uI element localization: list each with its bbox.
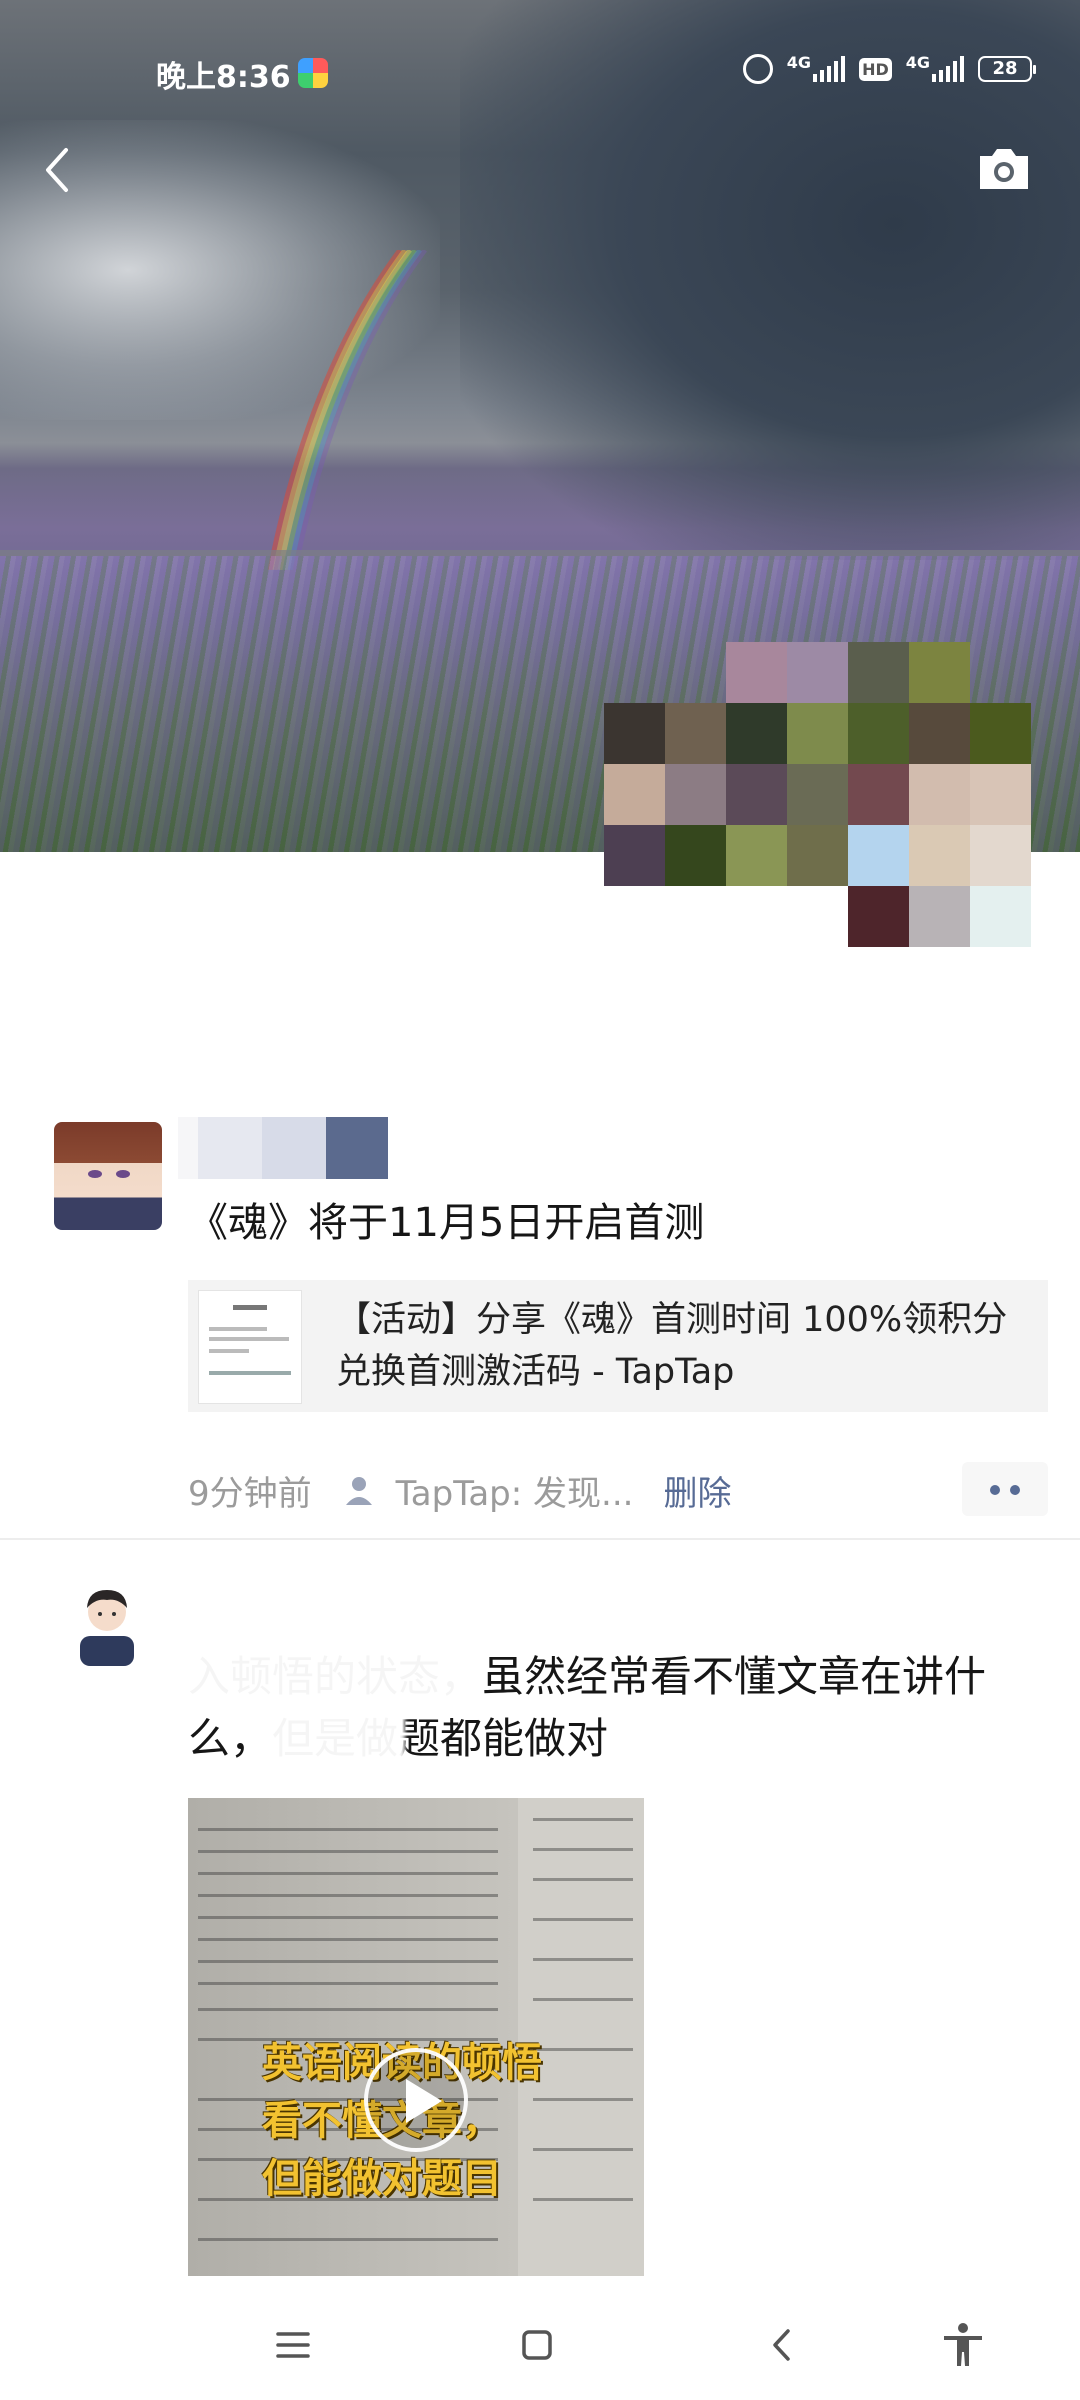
accessibility-icon[interactable] [938,2320,988,2370]
post-time: 9分钟前 [188,1473,312,1514]
back-chevron-icon[interactable] [758,2320,808,2370]
divider [0,1538,1080,1540]
signal-2: 4G [905,53,964,82]
source-app-name[interactable]: TapTap: 发现... [396,1466,634,1515]
app-notification-icon [298,58,328,88]
camera-icon[interactable] [976,146,1032,192]
signal-1: 4G [786,53,846,82]
redacted-text [180,1646,480,1708]
dot-icon [990,1485,1000,1495]
redacted-text [255,1710,405,1772]
link-title: 【活动】分享《魂》首测时间 100%领积分兑换首测激活码 - TapTap [336,1300,1008,1392]
battery-icon: 28 [978,56,1036,82]
post-meta: 9分钟前 TapTap: 发现... 删除 [188,1462,731,1518]
rainbow [267,250,428,570]
avatar[interactable] [54,1122,162,1230]
username-redacted[interactable] [178,1117,388,1179]
status-icons: 4G HD 4G 28 [742,53,1036,84]
menu-icon[interactable] [268,2320,318,2370]
chevron-left-icon[interactable] [36,140,86,200]
status-time: 晚上8:36 [156,60,291,95]
home-square-icon[interactable] [512,2320,562,2370]
network-type-2: 4G [905,53,930,72]
source-app-icon [345,1477,372,1505]
network-type-1: 4G [786,53,812,72]
dot-icon [1010,1485,1020,1495]
play-icon[interactable] [364,2048,468,2152]
video-caption-line: 但能做对题目 [262,2156,502,2202]
more-options-button[interactable] [962,1462,1048,1516]
avatar-eye [116,1170,130,1178]
avatar[interactable] [70,1578,144,1666]
delete-link[interactable]: 删除 [663,1466,731,1515]
link-card[interactable]: 【活动】分享《魂》首测时间 100%领积分兑换首测激活码 - TapTap [188,1280,1048,1412]
signal-bars-icon [813,56,846,82]
system-nav-bar [0,2290,1080,2400]
alarm-icon [742,54,773,84]
signal-bars-icon [932,56,964,82]
video-thumbnail[interactable]: 英语阅读的顿悟 看不懂文章， 但能做对题目 [188,1798,644,2276]
post-text: 《魂》将于11月5日开启首测 [188,1200,705,1246]
profile-avatar[interactable] [604,642,1031,947]
status-bar: 晚上8:36 4G HD 4G 28 [0,44,1080,95]
avatar-eye [88,1170,102,1178]
hd-voice-icon: HD [859,57,892,81]
link-thumbnail [198,1290,302,1404]
